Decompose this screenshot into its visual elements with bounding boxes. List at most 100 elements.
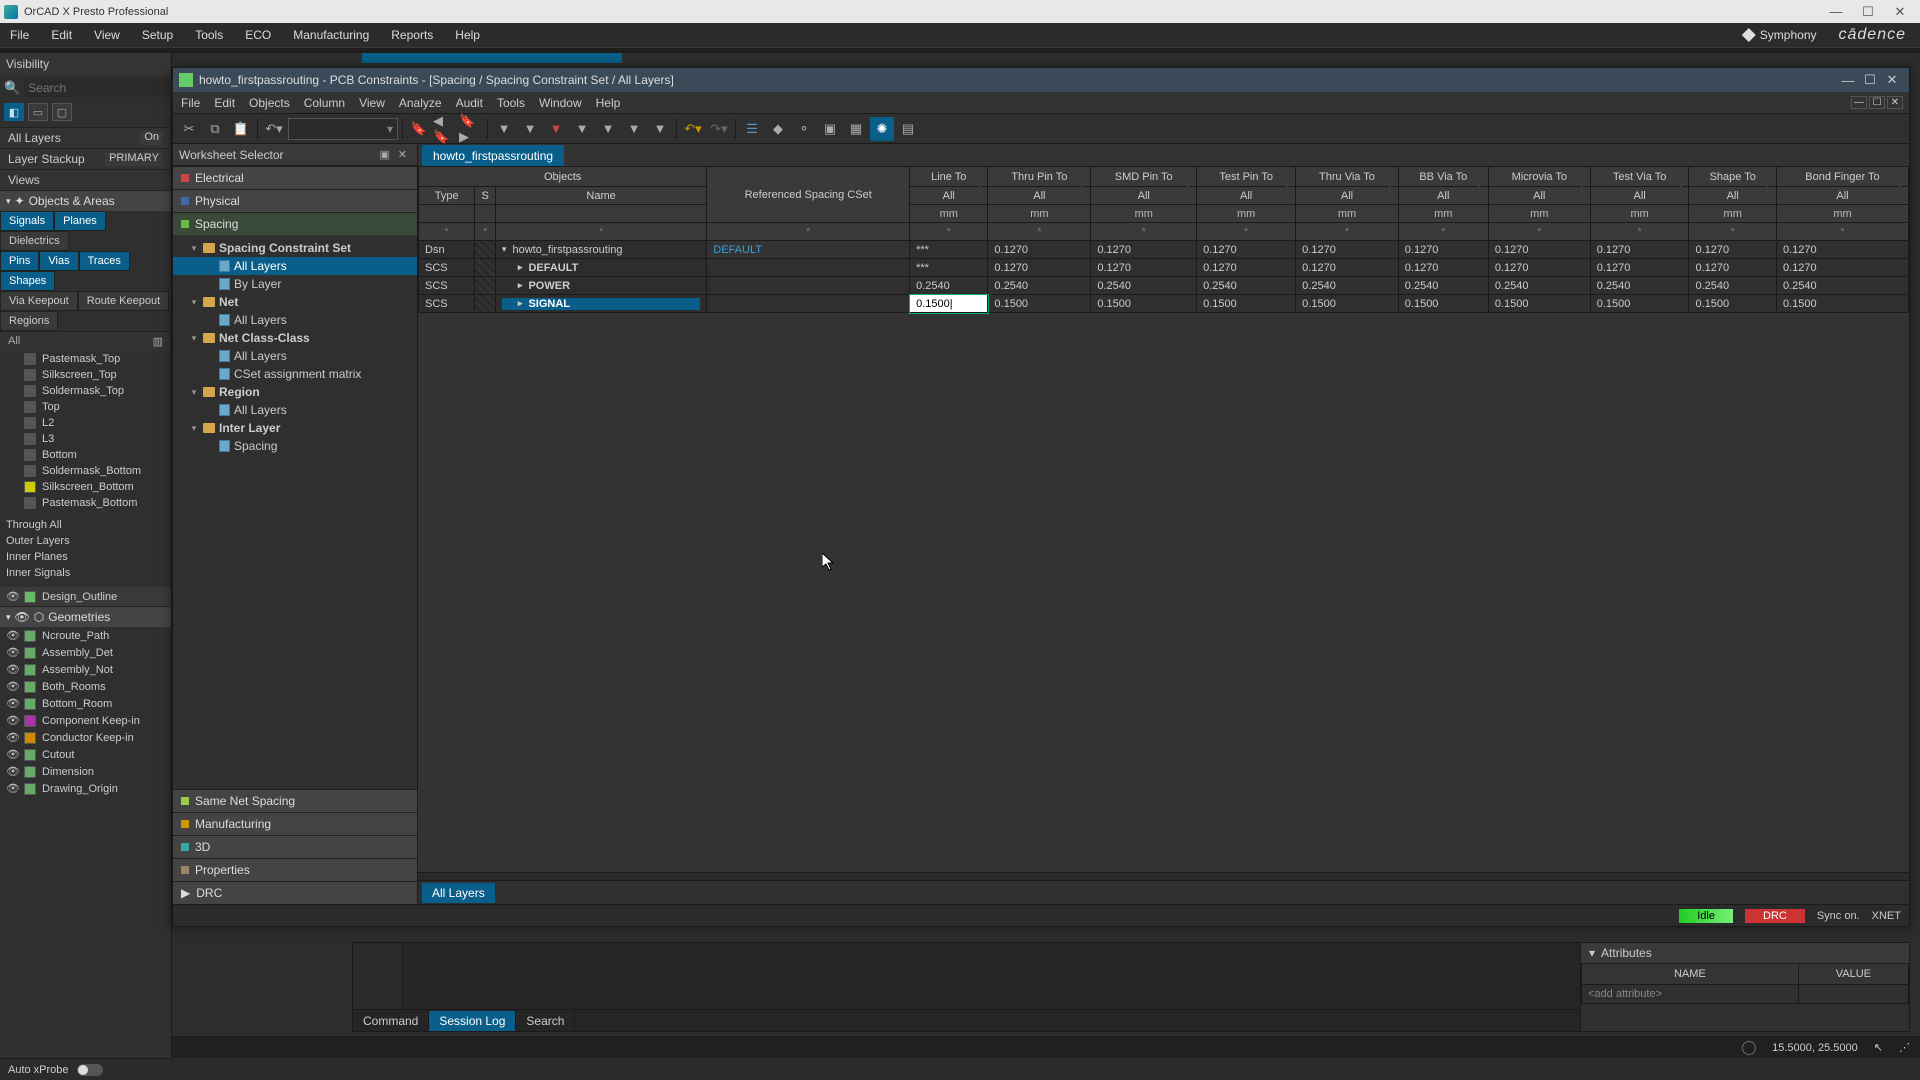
menu-manufacturing[interactable]: Manufacturing: [289, 26, 373, 44]
sublayer-row[interactable]: Outer Layers: [0, 533, 171, 549]
geometry-row[interactable]: 👁Component Keep-in: [0, 712, 171, 729]
layer-row[interactable]: Pastemask_Bottom: [0, 495, 171, 511]
color-swatch[interactable]: [24, 353, 36, 365]
cell-name[interactable]: ▸SIGNAL: [495, 295, 706, 313]
color-swatch[interactable]: [24, 401, 36, 413]
cell-value[interactable]: 0.1500: [1488, 295, 1590, 313]
menu-edit[interactable]: Edit: [47, 26, 76, 44]
sublayer-row[interactable]: Inner Planes: [0, 549, 171, 565]
menu-setup[interactable]: Setup: [138, 26, 177, 44]
cell-line[interactable]: ***: [910, 241, 988, 259]
back-icon[interactable]: ↶▾: [681, 117, 705, 141]
forward-icon[interactable]: ↷▾: [707, 117, 731, 141]
cell-value[interactable]: 0.1270: [1296, 259, 1399, 277]
color-swatch[interactable]: [24, 749, 36, 761]
cm-titlebar[interactable]: howto_firstpassrouting - PCB Constraints…: [173, 68, 1909, 92]
geometry-row[interactable]: 👁Dimension: [0, 763, 171, 780]
eye-icon[interactable]: 👁: [6, 765, 18, 778]
geometry-row[interactable]: 👁Assembly_Not: [0, 661, 171, 678]
color-swatch[interactable]: [24, 481, 36, 493]
search-combo[interactable]: ▾: [288, 118, 398, 140]
info-icon[interactable]: [1742, 1041, 1756, 1055]
undo-dropdown-icon[interactable]: ↶▾: [262, 117, 286, 141]
filter-4-icon[interactable]: ▼: [570, 117, 594, 141]
list-icon[interactable]: ☰: [740, 117, 764, 141]
color-swatch[interactable]: [24, 664, 36, 676]
geometry-row[interactable]: 👁Assembly_Det: [0, 644, 171, 661]
cm-menu-file[interactable]: File: [181, 96, 200, 110]
tree-region-all[interactable]: All Layers: [173, 401, 417, 419]
tree-inter[interactable]: ▾Inter Layer: [173, 419, 417, 437]
horizontal-scrollbar[interactable]: [418, 872, 1909, 880]
pill-via-keepout[interactable]: Via Keepout: [0, 291, 78, 311]
mdi-close[interactable]: ✕: [1887, 96, 1903, 109]
close-button[interactable]: ✕: [1884, 4, 1916, 20]
status-drc[interactable]: DRC: [1745, 909, 1805, 923]
pill-route-keepout[interactable]: Route Keepout: [78, 291, 169, 311]
layer-row[interactable]: Silkscreen_Bottom: [0, 479, 171, 495]
geometry-row[interactable]: 👁Ncroute_Path: [0, 627, 171, 644]
cell-name[interactable]: ▸DEFAULT: [495, 259, 706, 277]
cell-value[interactable]: 0.1500: [1197, 295, 1296, 313]
cell-ref[interactable]: [707, 277, 910, 295]
layer-row[interactable]: Pastemask_Top: [0, 351, 171, 367]
cell-value[interactable]: 0.2540: [1776, 277, 1908, 295]
cell-value[interactable]: 0.1500: [1776, 295, 1908, 313]
geometry-row[interactable]: 👁Bottom_Room: [0, 695, 171, 712]
menu-view[interactable]: View: [90, 26, 124, 44]
filter-7-icon[interactable]: ▼: [648, 117, 672, 141]
cell-value[interactable]: 0.2540: [1689, 277, 1776, 295]
geometry-row[interactable]: 👁Cutout: [0, 746, 171, 763]
color-swatch[interactable]: [24, 783, 36, 795]
cell-value[interactable]: 0.1500: [1590, 295, 1689, 313]
cell-editing[interactable]: 0.1500|: [910, 295, 988, 313]
tree-region[interactable]: ▾Region: [173, 383, 417, 401]
auto-xprobe-toggle[interactable]: [77, 1064, 103, 1076]
cell-value[interactable]: 0.1270: [1091, 241, 1197, 259]
pill-planes[interactable]: Planes: [54, 211, 106, 231]
layer-row[interactable]: Silkscreen_Top: [0, 367, 171, 383]
cell-ref[interactable]: [707, 259, 910, 277]
constraint-table[interactable]: Objects Referenced Spacing CSet Line To▸…: [418, 166, 1909, 313]
eye-icon[interactable]: 👁: [6, 714, 18, 727]
cell-value[interactable]: 0.1270: [1776, 241, 1908, 259]
cm-menu-view[interactable]: View: [359, 96, 385, 110]
geometry-row[interactable]: 👁Conductor Keep-in: [0, 729, 171, 746]
view-mode-1[interactable]: ◧: [4, 103, 24, 121]
cm-menu-audit[interactable]: Audit: [456, 96, 483, 110]
cell-value[interactable]: 0.1500: [1689, 295, 1776, 313]
cm-menu-analyze[interactable]: Analyze: [399, 96, 442, 110]
color-swatch[interactable]: [24, 465, 36, 477]
all-layers-state[interactable]: On: [140, 131, 163, 145]
eye-icon[interactable]: 👁: [6, 782, 18, 795]
cell-value[interactable]: 0.1500: [1091, 295, 1197, 313]
cell-value[interactable]: 0.1270: [1398, 241, 1488, 259]
cell-line[interactable]: ***: [910, 259, 988, 277]
view-mode-2[interactable]: ▭: [28, 103, 48, 121]
view-mode-3[interactable]: ▢: [52, 103, 72, 121]
settings-icon[interactable]: ▤: [896, 117, 920, 141]
cut-icon[interactable]: ✂: [177, 117, 201, 141]
color-swatch[interactable]: [24, 497, 36, 509]
cell-value[interactable]: 0.1270: [1197, 241, 1296, 259]
layer-row[interactable]: Soldermask_Top: [0, 383, 171, 399]
bookmark-next-icon[interactable]: 🔖▶: [459, 117, 483, 141]
cm-menu-window[interactable]: Window: [539, 96, 582, 110]
color-swatch[interactable]: [24, 732, 36, 744]
geometries-header[interactable]: ▾👁⬡Geometries: [0, 606, 171, 627]
eye-icon[interactable]: 👁: [6, 680, 18, 693]
tree-ncc-all[interactable]: All Layers: [173, 347, 417, 365]
filter-s[interactable]: *: [475, 223, 496, 241]
layer-row[interactable]: Soldermask_Bottom: [0, 463, 171, 479]
cell-value[interactable]: 0.2540: [1488, 277, 1590, 295]
tree-ncc[interactable]: ▾Net Class-Class: [173, 329, 417, 347]
table-row[interactable]: SCS ▸POWER 0.25400.25400.25400.25400.254…: [419, 277, 1909, 295]
color-swatch[interactable]: [24, 681, 36, 693]
cell-value[interactable]: 0.1270: [1296, 241, 1399, 259]
cell-line[interactable]: 0.2540: [910, 277, 988, 295]
tool-a-icon[interactable]: ◆: [766, 117, 790, 141]
copy-icon[interactable]: ⧉: [203, 117, 227, 141]
design-tab[interactable]: howto_firstpassrouting: [422, 145, 564, 166]
eye-icon[interactable]: 👁: [6, 663, 18, 676]
eye-icon[interactable]: 👁: [6, 646, 18, 659]
